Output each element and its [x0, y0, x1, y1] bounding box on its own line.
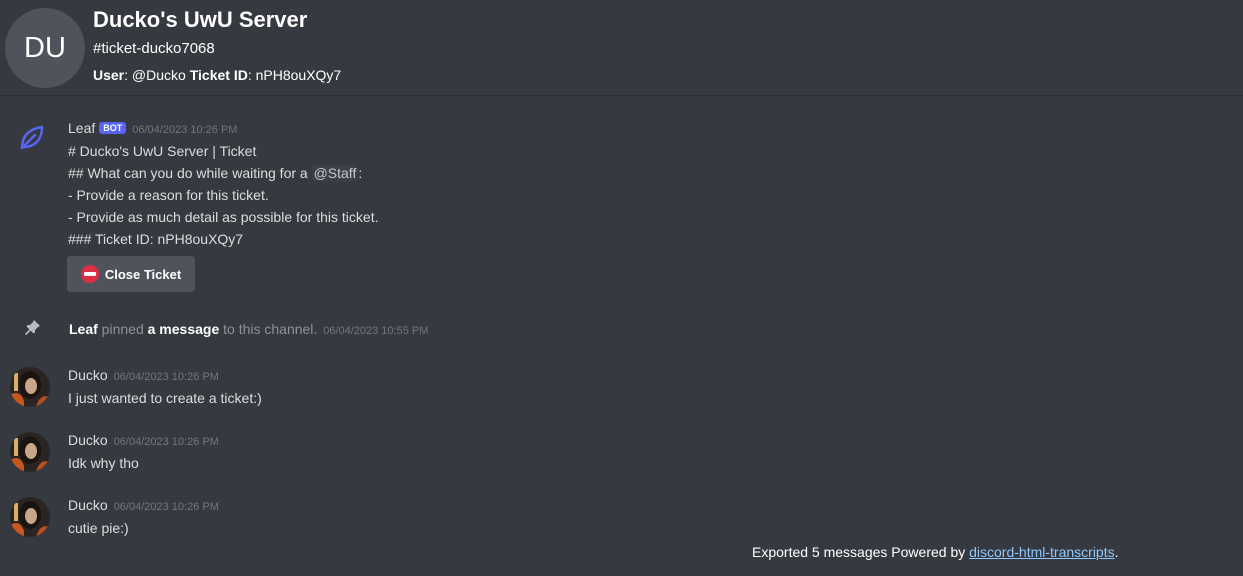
server-name: Ducko's UwU Server — [93, 7, 308, 32]
channel-header: DU Ducko's UwU Server #ticket-ducko7068 … — [0, 0, 1243, 96]
timestamp: 06/04/2023 10:26 PM — [113, 371, 219, 383]
user-value: : @Ducko — [124, 67, 190, 83]
system-message: Leaf pinned a message to this channel. 0… — [69, 321, 428, 337]
line-text: : — [358, 165, 363, 181]
timestamp: 06/04/2023 10:26 PM — [113, 436, 219, 448]
pin-text-end: to this channel. — [219, 321, 318, 337]
message-line: - Provide a reason for this ticket. — [68, 187, 269, 203]
author-name[interactable]: Ducko — [68, 497, 108, 513]
timestamp: 06/04/2023 10:55 PM — [323, 325, 429, 337]
footer-text: Exported 5 messages Powered by — [752, 544, 970, 560]
author-name[interactable]: Ducko — [68, 432, 108, 448]
close-ticket-button[interactable]: Close Ticket — [67, 256, 195, 292]
message-content: cutie pie:) — [68, 520, 129, 536]
close-ticket-label: Close Ticket — [104, 266, 182, 282]
footer-suffix: . — [1114, 544, 1119, 560]
user-avatar[interactable] — [10, 497, 50, 537]
message-line: ### Ticket ID: nPH8ouXQy7 — [68, 231, 244, 247]
message-line: ## What can you do while waiting for a @… — [68, 165, 362, 181]
user-avatar[interactable] — [10, 367, 50, 407]
author-name[interactable]: Leaf — [68, 120, 95, 136]
user-avatar[interactable] — [10, 432, 50, 472]
ticket-id-label: Ticket ID — [189, 67, 248, 83]
message-line: - Provide as much detail as possible for… — [68, 209, 379, 225]
message-content: I just wanted to create a ticket:) — [68, 390, 262, 406]
bot-tag: BOT — [99, 122, 127, 134]
server-avatar: DU — [5, 8, 85, 88]
ticket-info: User: @Ducko Ticket ID: nPH8ouXQy7 — [93, 67, 341, 83]
author-line: Ducko 06/04/2023 10:26 PM — [68, 367, 219, 385]
leaf-icon — [20, 125, 44, 150]
message-content: Idk why tho — [68, 455, 139, 471]
staff-mention[interactable]: @Staff — [311, 165, 359, 181]
channel-name: #ticket-ducko7068 — [93, 40, 215, 57]
author-line: Ducko 06/04/2023 10:26 PM — [68, 497, 219, 515]
timestamp: 06/04/2023 10:26 PM — [113, 501, 219, 513]
pin-icon — [25, 320, 40, 335]
message-line: # Ducko's UwU Server | Ticket — [68, 143, 257, 159]
pinned-message-link[interactable]: a message — [148, 321, 220, 337]
transcript-footer: Exported 5 messages Powered by discord-h… — [752, 544, 1119, 560]
pin-text: pinned — [97, 321, 148, 337]
ticket-id-value: : nPH8ouXQy7 — [247, 67, 342, 83]
line-text: ## What can you do while waiting for a — [68, 165, 312, 181]
author-line: Leaf BOT 06/04/2023 10:26 PM — [68, 120, 237, 138]
timestamp: 06/04/2023 10:26 PM — [132, 124, 238, 136]
no-entry-icon — [80, 265, 99, 283]
user-label: User — [93, 67, 125, 83]
pin-author[interactable]: Leaf — [69, 321, 98, 337]
transcripts-link[interactable]: discord-html-transcripts — [969, 544, 1114, 560]
author-name[interactable]: Ducko — [68, 367, 108, 383]
author-line: Ducko 06/04/2023 10:26 PM — [68, 432, 219, 450]
